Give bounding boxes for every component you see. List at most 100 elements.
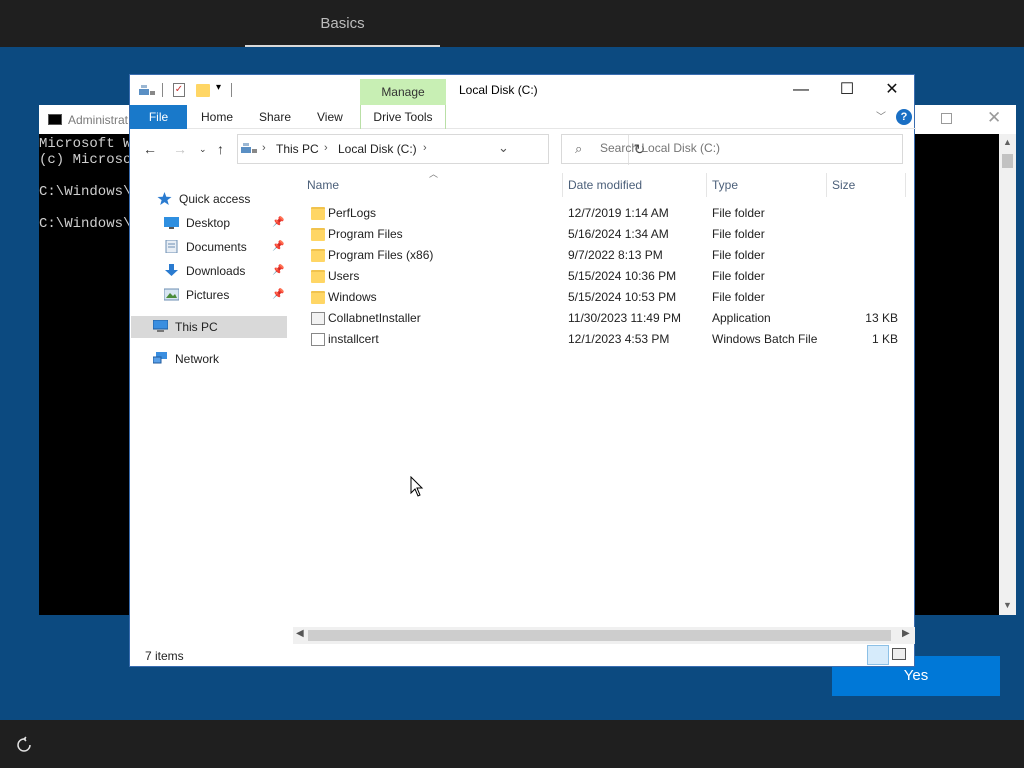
up-arrow-icon[interactable]: ↑ bbox=[217, 141, 224, 157]
file-size: 1 KB bbox=[871, 332, 898, 346]
file-row[interactable]: Program Files 5/16/2024 1:34 AM File folde… bbox=[304, 224, 904, 245]
cmd-icon bbox=[48, 114, 62, 125]
tab-share[interactable]: Share bbox=[259, 105, 291, 129]
qat-separator bbox=[162, 83, 163, 97]
new-folder-icon[interactable] bbox=[196, 84, 210, 97]
navigation-bar: ← → ⌄ ↑ › This PC › Local Disk (C:) › ⌄ … bbox=[130, 129, 916, 169]
scroll-thumb[interactable] bbox=[308, 630, 891, 641]
manage-label: Manage bbox=[381, 85, 425, 99]
scroll-down-icon[interactable]: ▼ bbox=[1003, 600, 1012, 610]
folder-icon bbox=[311, 270, 325, 283]
column-header-date[interactable]: Date modified bbox=[568, 173, 642, 197]
file-date: 5/15/2024 10:36 PM bbox=[568, 269, 677, 283]
status-item-count: 7 items bbox=[145, 649, 184, 663]
mouse-cursor-icon bbox=[410, 476, 424, 497]
customize-toolbar-icon[interactable]: ▾ bbox=[216, 82, 221, 93]
setup-header: Basics bbox=[0, 0, 1024, 47]
qat-separator bbox=[231, 83, 232, 97]
help-icon[interactable]: ? bbox=[896, 109, 912, 125]
file-type: File folder bbox=[712, 248, 765, 262]
cmd-scrollbar[interactable]: ▲ ▼ bbox=[999, 134, 1016, 615]
file-row[interactable]: installcert 12/1/2023 4:53 PM Windows Batc… bbox=[304, 329, 904, 350]
this-pc-icon bbox=[241, 143, 257, 153]
tab-basics[interactable]: Basics bbox=[245, 0, 440, 47]
column-header-type[interactable]: Type bbox=[712, 173, 738, 197]
nav-label: Documents bbox=[186, 240, 247, 254]
file-size: 13 KB bbox=[865, 311, 898, 325]
cmd-scroll-thumb[interactable] bbox=[1002, 154, 1013, 168]
column-divider[interactable] bbox=[826, 173, 827, 197]
forward-arrow-icon[interactable]: → bbox=[173, 141, 187, 157]
breadcrumb-local-disk[interactable]: Local Disk (C:) bbox=[338, 142, 417, 156]
scroll-up-icon[interactable]: ▲ bbox=[1003, 137, 1012, 147]
pin-icon[interactable]: 📌 bbox=[272, 265, 284, 276]
large-icons-view-icon[interactable] bbox=[892, 648, 906, 660]
file-type: File folder bbox=[712, 206, 765, 220]
file-type: File folder bbox=[712, 290, 765, 304]
file-date: 12/7/2019 1:14 AM bbox=[568, 206, 669, 220]
manage-context-tab[interactable]: Manage bbox=[360, 79, 446, 105]
cmd-maximize-button[interactable] bbox=[941, 113, 952, 124]
breadcrumb-chevron-icon[interactable]: › bbox=[262, 142, 266, 154]
nav-label: Network bbox=[175, 352, 220, 366]
breadcrumb-chevron-icon[interactable]: › bbox=[423, 142, 427, 154]
column-header-name[interactable]: Name bbox=[307, 173, 339, 197]
accessibility-icon[interactable] bbox=[14, 735, 34, 755]
navigation-pane: Quick access Desktop 📌 Documents 📌 Downl… bbox=[130, 169, 290, 639]
file-row[interactable]: Windows 5/15/2024 10:53 PM File folder bbox=[304, 287, 904, 308]
close-button[interactable]: ✕ bbox=[869, 75, 915, 105]
expand-ribbon-icon[interactable]: ﹀ bbox=[876, 108, 886, 123]
network-icon bbox=[153, 352, 167, 364]
back-arrow-icon[interactable]: ← bbox=[143, 141, 157, 157]
file-row[interactable]: CollabnetInstaller 11/30/2023 11:49 PM App… bbox=[304, 308, 904, 329]
recent-locations-icon[interactable]: ⌄ bbox=[199, 144, 207, 155]
scroll-right-icon[interactable]: ▶ bbox=[902, 628, 910, 639]
file-row[interactable]: PerfLogs 12/7/2019 1:14 AM File folder bbox=[304, 203, 904, 224]
maximize-button[interactable]: ☐ bbox=[824, 75, 870, 105]
search-icon: ⌕ bbox=[575, 141, 583, 156]
breadcrumb-chevron-icon[interactable]: › bbox=[324, 142, 328, 154]
file-name: PerfLogs bbox=[328, 206, 377, 220]
this-pc-icon bbox=[139, 85, 155, 95]
file-date: 9/7/2022 8:13 PM bbox=[568, 248, 663, 262]
address-dropdown-icon[interactable]: ⌄ bbox=[498, 140, 509, 156]
horizontal-scrollbar[interactable]: ◀ ▶ bbox=[293, 627, 915, 644]
tab-view[interactable]: View bbox=[317, 105, 343, 129]
column-divider[interactable] bbox=[905, 173, 906, 197]
setup-footer bbox=[0, 720, 1024, 768]
computer-icon bbox=[153, 320, 168, 332]
scroll-left-icon[interactable]: ◀ bbox=[296, 628, 304, 639]
address-bar[interactable]: › This PC › Local Disk (C:) › ⌄ ↻ bbox=[237, 134, 645, 165]
column-divider[interactable] bbox=[562, 173, 563, 197]
search-box[interactable]: ⌕ bbox=[561, 134, 903, 164]
batch-file-icon bbox=[311, 333, 325, 346]
details-view-icon[interactable] bbox=[867, 645, 889, 665]
nav-label: Pictures bbox=[186, 288, 230, 302]
file-date: 5/15/2024 10:53 PM bbox=[568, 290, 677, 304]
tab-drive-tools[interactable]: Drive Tools bbox=[360, 105, 446, 129]
folder-icon bbox=[311, 291, 325, 304]
desktop-icon bbox=[164, 217, 179, 229]
file-name: Program Files (x86) bbox=[328, 248, 434, 262]
tab-home[interactable]: Home bbox=[201, 105, 233, 129]
file-row[interactable]: Users 5/15/2024 10:36 PM File folder bbox=[304, 266, 904, 287]
window-title: Local Disk (C:) bbox=[459, 83, 538, 97]
pin-icon[interactable]: 📌 bbox=[272, 217, 284, 228]
sort-ascending-icon: ︿ bbox=[429, 169, 439, 179]
column-divider[interactable] bbox=[706, 173, 707, 197]
ribbon-tabs: File Home Share View Drive Tools ﹀ ? bbox=[130, 105, 916, 129]
minimize-button[interactable]: — bbox=[778, 75, 824, 105]
tab-file[interactable]: File bbox=[130, 105, 187, 129]
search-input[interactable] bbox=[600, 141, 890, 155]
title-bar[interactable]: ✓ ▾ Manage Local Disk (C:) — ☐ ✕ bbox=[130, 75, 916, 105]
column-header-size[interactable]: Size bbox=[832, 173, 855, 197]
pin-icon[interactable]: 📌 bbox=[272, 241, 284, 252]
cmd-close-button[interactable]: ✕ bbox=[987, 108, 1001, 128]
properties-icon[interactable]: ✓ bbox=[173, 83, 185, 97]
file-explorer-window[interactable]: ✓ ▾ Manage Local Disk (C:) — ☐ ✕ File Ho… bbox=[129, 74, 916, 667]
pin-icon[interactable]: 📌 bbox=[272, 289, 284, 300]
file-row[interactable]: Program Files (x86) 9/7/2022 8:13 PM File … bbox=[304, 245, 904, 266]
file-type: Windows Batch File bbox=[712, 332, 818, 346]
nav-label: Quick access bbox=[179, 192, 251, 206]
breadcrumb-this-pc[interactable]: This PC bbox=[276, 142, 319, 156]
